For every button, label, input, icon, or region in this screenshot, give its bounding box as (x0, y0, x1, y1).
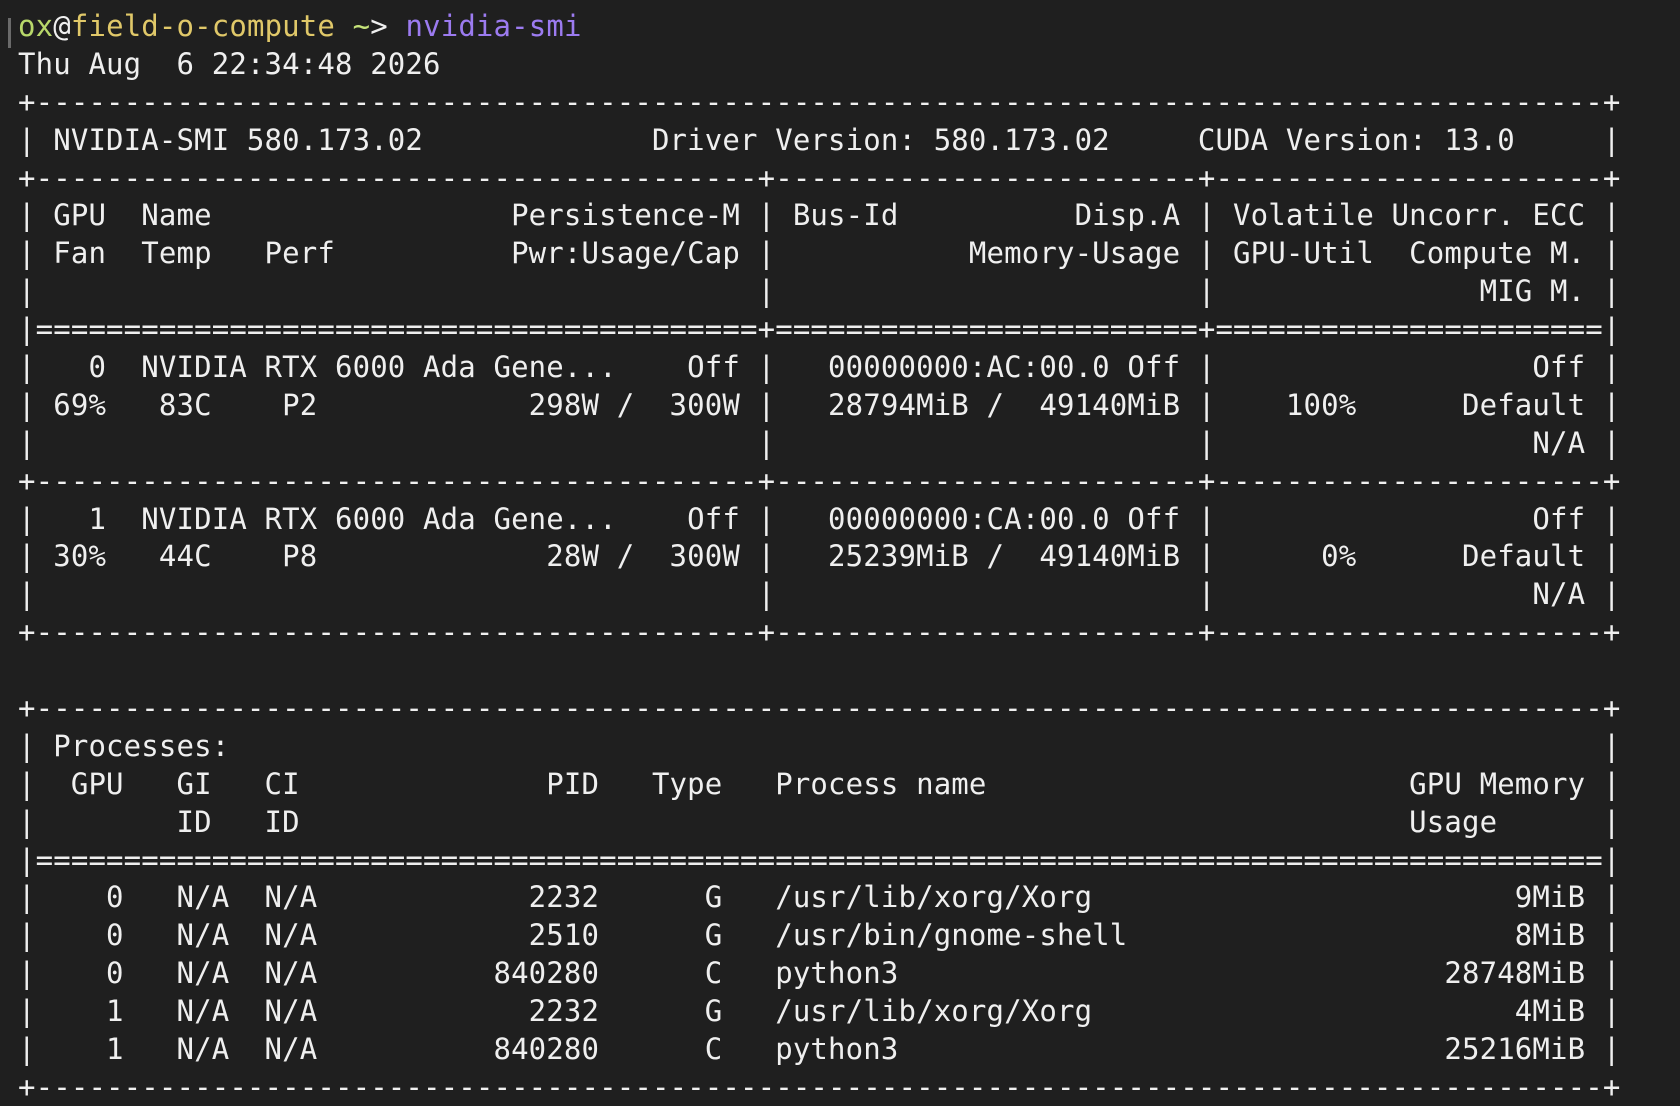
prompt-arrow: > (370, 9, 406, 43)
prompt-user: ox (18, 9, 54, 43)
smi-line: | 1 NVIDIA RTX 6000 Ada Gene... Off | 00… (18, 501, 1621, 536)
terminal-window[interactable]: ox@field-o-compute ~> nvidia-smi Thu Aug … (0, 0, 1680, 1106)
smi-line: +---------------------------------------… (18, 691, 1621, 726)
smi-line: | 0 N/A N/A 2232 G /usr/lib/xorg/Xorg 9M… (18, 880, 1621, 915)
smi-line (18, 652, 1680, 690)
smi-line: | ID ID Usage | (18, 804, 1621, 839)
smi-line: |=======================================… (18, 842, 1621, 877)
prompt-line: ox@field-o-compute ~> nvidia-smi (18, 8, 1680, 46)
smi-line: +---------------------------------------… (18, 84, 1621, 119)
prompt-host: field-o-compute (70, 9, 336, 43)
smi-line: | 1 N/A N/A 2232 G /usr/lib/xorg/Xorg 4M… (18, 994, 1621, 1029)
smi-line: | NVIDIA-SMI 580.173.02 Driver Version: … (18, 122, 1621, 157)
smi-line: | 1 N/A N/A 840280 C python3 25216MiB | (18, 1032, 1621, 1067)
smi-line: | | | N/A | (18, 577, 1621, 612)
smi-line: |=======================================… (18, 312, 1621, 347)
smi-line: | Fan Temp Perf Pwr:Usage/Cap | Memory-U… (18, 236, 1621, 271)
smi-line: +---------------------------------------… (18, 615, 1621, 650)
smi-line: | 30% 44C P8 28W / 300W | 25239MiB / 491… (18, 539, 1621, 574)
smi-line: | Processes: | (18, 728, 1621, 763)
smi-line: | 0 N/A N/A 2510 G /usr/bin/gnome-shell … (18, 918, 1621, 953)
smi-line: +---------------------------------------… (18, 160, 1621, 195)
smi-line: +---------------------------------------… (18, 1069, 1621, 1104)
terminal-output: ox@field-o-compute ~> nvidia-smi Thu Aug … (18, 8, 1680, 1106)
smi-line: | GPU GI CI PID Type Process name GPU Me… (18, 766, 1621, 801)
smi-line: | 69% 83C P2 298W / 300W | 28794MiB / 49… (18, 387, 1621, 422)
timestamp-line: Thu Aug 6 22:34:48 2026 (18, 46, 441, 81)
smi-line: | | | N/A | (18, 425, 1621, 460)
prompt-command: nvidia-smi (405, 9, 582, 43)
prompt-path: ~ (335, 9, 371, 43)
text-cursor-indicator (8, 18, 11, 48)
prompt-at: @ (53, 9, 71, 43)
smi-line: | | | MIG M. | (18, 274, 1621, 309)
smi-line: | GPU Name Persistence-M | Bus-Id Disp.A… (18, 198, 1621, 233)
smi-line: | 0 NVIDIA RTX 6000 Ada Gene... Off | 00… (18, 350, 1621, 385)
smi-line: +---------------------------------------… (18, 463, 1621, 498)
smi-line: | 0 N/A N/A 840280 C python3 28748MiB | (18, 956, 1621, 991)
